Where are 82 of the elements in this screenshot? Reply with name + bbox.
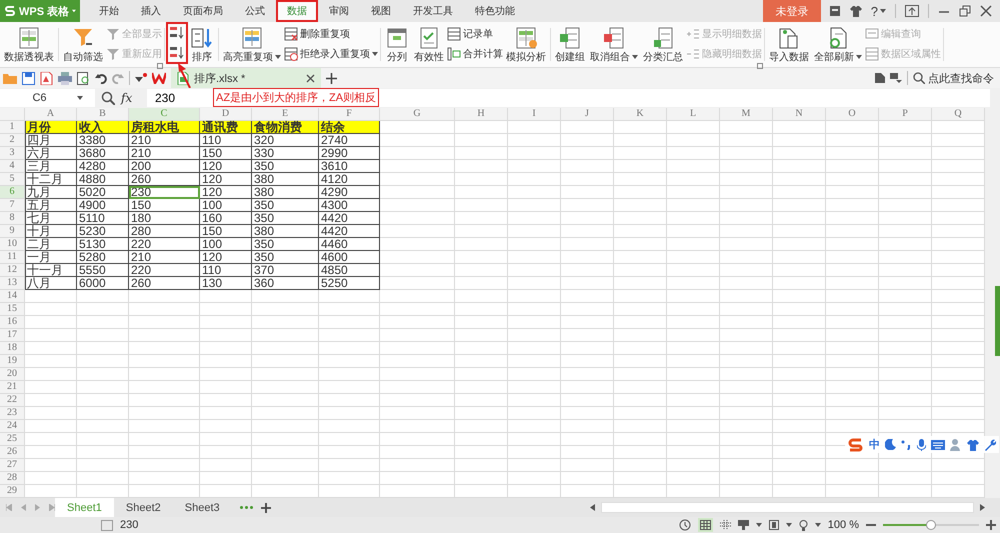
table-cell: 4300 — [319, 199, 380, 212]
zoom-level: 100 % — [828, 519, 859, 531]
table-cell: 4900 — [77, 199, 129, 212]
table-cell: 110 — [200, 264, 252, 277]
table-cell: 4290 — [319, 186, 380, 199]
table-cell: 九月 — [25, 186, 77, 199]
table-cell: 一月 — [25, 251, 77, 264]
table-cell: 230 — [129, 186, 200, 199]
table-cell: 120 — [200, 173, 252, 186]
table-cell: 260 — [129, 277, 200, 290]
table-cell: 260 — [129, 173, 200, 186]
table-cell: 4120 — [319, 173, 380, 186]
table-cell: 120 — [200, 251, 252, 264]
table-cell: 380 — [252, 186, 319, 199]
table-cell: 五月 — [25, 199, 77, 212]
header-cell: 结余 — [319, 121, 380, 134]
table-cell: 350 — [252, 238, 319, 251]
table-cell: 380 — [252, 173, 319, 186]
table-cell: 2990 — [319, 147, 380, 160]
table-cell: 4280 — [77, 160, 129, 173]
annotation-tooltip: AZ是由小到大的排序，ZA则相反 — [213, 88, 380, 107]
table-cell: 3680 — [77, 147, 129, 160]
document-title: 排序.xlsx * — [194, 72, 246, 86]
table-cell: 380 — [252, 225, 319, 238]
table-cell: 350 — [252, 160, 319, 173]
table-cell: 十一月 — [25, 264, 77, 277]
table-cell: 220 — [129, 264, 200, 277]
table-cell: 5130 — [77, 238, 129, 251]
table-cell: 4880 — [77, 173, 129, 186]
table-cell: 4420 — [319, 212, 380, 225]
table-cell: 三月 — [25, 160, 77, 173]
table-cell: 5250 — [319, 277, 380, 290]
table-cell: 200 — [129, 160, 200, 173]
table-cell: 210 — [129, 147, 200, 160]
table-cell: 330 — [252, 147, 319, 160]
table-cell: 150 — [200, 147, 252, 160]
table-cell: 160 — [200, 212, 252, 225]
table-cell: 二月 — [25, 238, 77, 251]
table-cell: 210 — [129, 134, 200, 147]
table-cell: 四月 — [25, 134, 77, 147]
table-cell: 4420 — [319, 225, 380, 238]
table-cell: 六月 — [25, 147, 77, 160]
table-cell: 七月 — [25, 212, 77, 225]
table-cell: 350 — [252, 199, 319, 212]
table-cell: 210 — [129, 251, 200, 264]
table-cell: 2740 — [319, 134, 380, 147]
table-cell: 3610 — [319, 160, 380, 173]
table-cell: 370 — [252, 264, 319, 277]
table-cell: 180 — [129, 212, 200, 225]
header-cell: 房租水电 — [129, 121, 200, 134]
table-cell: 4850 — [319, 264, 380, 277]
table-cell: 110 — [200, 134, 252, 147]
table-cell: 150 — [200, 225, 252, 238]
table-cell: 100 — [200, 199, 252, 212]
table-cell: 120 — [200, 186, 252, 199]
header-cell: 食物消费 — [252, 121, 319, 134]
table-cell: 320 — [252, 134, 319, 147]
table-cell: 350 — [252, 251, 319, 264]
table-cell: 360 — [252, 277, 319, 290]
table-cell: 十二月 — [25, 173, 77, 186]
table-cell: 3380 — [77, 134, 129, 147]
table-cell: 十月 — [25, 225, 77, 238]
table-cell: 150 — [129, 199, 200, 212]
table-cell: 120 — [200, 160, 252, 173]
table-cell: 6000 — [77, 277, 129, 290]
status-value: 230 — [120, 519, 138, 531]
table-cell: 100 — [200, 238, 252, 251]
table-cell: 八月 — [25, 277, 77, 290]
header-cell: 通讯费 — [200, 121, 252, 134]
header-cell: 月份 — [25, 121, 77, 134]
table-cell: 5110 — [77, 212, 129, 225]
table-cell: 5550 — [77, 264, 129, 277]
table-cell: 280 — [129, 225, 200, 238]
table-cell: 4600 — [319, 251, 380, 264]
table-cell: 350 — [252, 212, 319, 225]
table-cell: 220 — [129, 238, 200, 251]
table-cell: 5280 — [77, 251, 129, 264]
header-cell: 收入 — [77, 121, 129, 134]
table-cell: 5020 — [77, 186, 129, 199]
table-cell: 5230 — [77, 225, 129, 238]
table-cell: 4460 — [319, 238, 380, 251]
table-cell: 130 — [200, 277, 252, 290]
